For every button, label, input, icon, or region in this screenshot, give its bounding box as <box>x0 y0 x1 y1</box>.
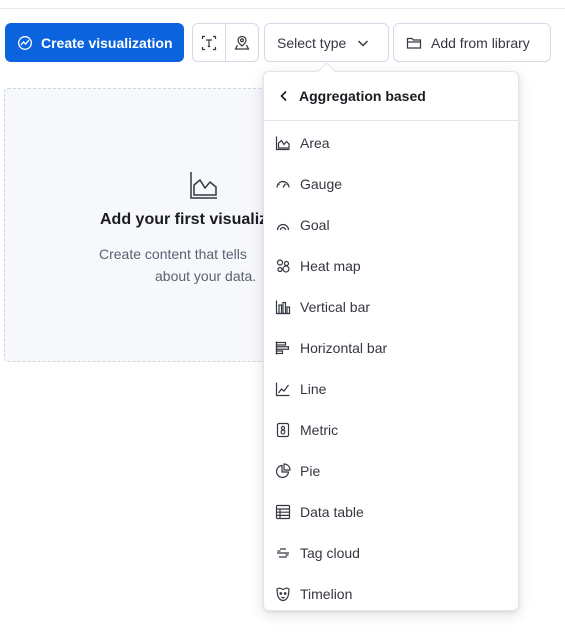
pie-chart-icon <box>275 462 291 479</box>
menu-title: Aggregation based <box>299 88 426 104</box>
menu-item-label: Pie <box>300 462 321 479</box>
menu-item-tag-cloud[interactable]: Tag cloud <box>264 532 518 573</box>
menu-item-label: Gauge <box>300 175 343 192</box>
folder-icon <box>406 35 422 51</box>
menu-item-label: Tag cloud <box>300 544 360 561</box>
menu-item-pie[interactable]: Pie <box>264 450 518 491</box>
goal-icon <box>275 217 291 233</box>
data-table-icon <box>275 504 291 520</box>
gauge-icon <box>275 176 291 192</box>
line-chart-icon <box>275 381 291 397</box>
menu-item-label: Line <box>300 380 327 397</box>
menu-item-vertical-bar[interactable]: Vertical bar <box>264 286 518 327</box>
menu-item-label: Data table <box>300 503 364 520</box>
visualize-app-icon <box>17 35 33 51</box>
quick-add-group <box>192 23 259 62</box>
menu-item-horizontal-bar[interactable]: Horizontal bar <box>264 327 518 368</box>
chevron-left-icon[interactable] <box>277 89 291 103</box>
menu-item-label: Vertical bar <box>300 298 371 315</box>
menu-item-metric[interactable]: Metric <box>264 409 518 450</box>
menu-header[interactable]: Aggregation based <box>264 72 518 121</box>
map-icon[interactable] <box>225 24 258 61</box>
menu-item-gauge[interactable]: Gauge <box>264 163 518 204</box>
menu-item-label: Goal <box>300 216 330 233</box>
tag-cloud-icon <box>275 545 291 561</box>
menu-item-label: Horizontal bar <box>300 339 388 356</box>
menu-item-label: Timelion <box>300 585 353 602</box>
menu-item-label: Heat map <box>300 257 361 274</box>
empty-state-title: Add your first visualiz <box>100 211 268 228</box>
menu-item-goal[interactable]: Goal <box>264 204 518 245</box>
menu-item-data-table[interactable]: Data table <box>264 491 518 532</box>
create-visualization-label: Create visualization <box>41 34 173 51</box>
menu-item-timelion[interactable]: Timelion <box>264 573 518 614</box>
dashboard-toolbar: Create visualization Select type Add fro… <box>0 22 565 64</box>
add-from-library-button[interactable]: Add from library <box>393 23 551 62</box>
metric-icon <box>275 422 291 438</box>
chevron-down-icon <box>356 36 370 50</box>
create-visualization-button[interactable]: Create visualization <box>5 23 184 62</box>
menu-item-area[interactable]: Area <box>264 122 518 163</box>
select-type-button[interactable]: Select type <box>264 23 389 62</box>
empty-state-panel: Add your first visualiz Create content t… <box>4 88 304 362</box>
top-divider <box>0 0 565 9</box>
vertical-bar-icon <box>275 299 291 315</box>
area-chart-icon <box>188 169 220 206</box>
text-icon[interactable] <box>193 24 225 61</box>
menu-item-line[interactable]: Line <box>264 368 518 409</box>
select-type-label: Select type <box>277 34 347 51</box>
menu-item-label: Metric <box>300 421 339 438</box>
horizontal-bar-icon <box>275 340 291 356</box>
add-from-library-label: Add from library <box>431 34 530 51</box>
heatmap-icon <box>275 258 291 274</box>
menu-item-label: Area <box>300 134 330 151</box>
menu-item-heat-map[interactable]: Heat map <box>264 245 518 286</box>
visualization-type-menu: Aggregation based Area Gauge Goal Heat m… <box>263 62 519 614</box>
timelion-icon <box>275 586 291 602</box>
area-chart-icon <box>275 135 291 151</box>
